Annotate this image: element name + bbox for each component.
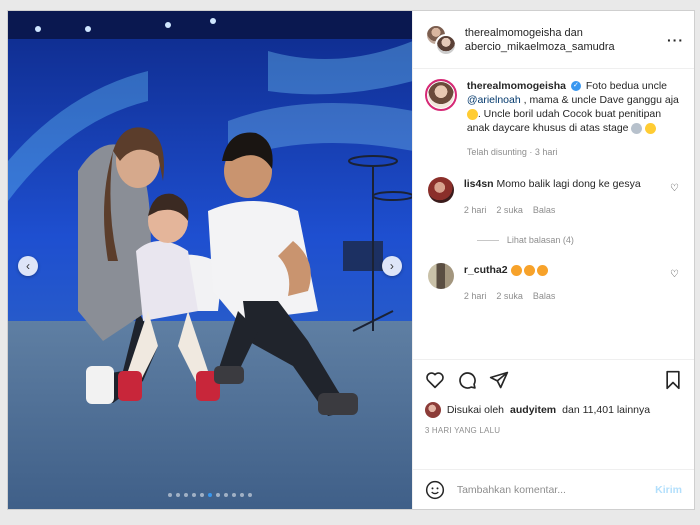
comment-text: Momo balik lagi dong ke gesya: [496, 178, 641, 190]
caption-time: 3 hari: [534, 147, 558, 157]
bookmark-icon[interactable]: [664, 370, 682, 390]
post-authors: therealmomogeisha dan abercio_mikaelmoza…: [465, 26, 667, 54]
comment-likes[interactable]: 2 suka: [496, 203, 523, 217]
author-username-1[interactable]: therealmomogeisha: [465, 27, 562, 39]
verified-badge-icon: ✓: [570, 81, 581, 92]
carousel-prev-button[interactable]: ‹: [18, 256, 38, 276]
post-sidebar: therealmomogeisha dan abercio_mikaelmoza…: [411, 11, 694, 509]
fire-emoji-icon: [510, 264, 522, 276]
caption-mention[interactable]: @arielnoah: [467, 94, 521, 106]
grimacing-face-emoji-icon: [466, 108, 478, 120]
fire-emoji-icon: [536, 264, 548, 276]
carousel-dot: [231, 493, 236, 497]
carousel-dot: [183, 493, 188, 497]
post-header: therealmomogeisha dan abercio_mikaelmoza…: [412, 11, 694, 69]
comment-icon[interactable]: [457, 370, 477, 390]
comments-list: therealmomogeisha ✓ Foto bedua uncle @ar…: [413, 69, 694, 359]
carousel-next-button[interactable]: ›: [381, 256, 402, 276]
comment-like-heart-icon[interactable]: ♡: [670, 269, 682, 303]
caption-username[interactable]: therealmomogeisha: [467, 80, 566, 92]
caption-text-b: , mama & uncle Dave ganggu aja: [520, 94, 679, 106]
carousel-dot: [167, 493, 172, 497]
heart-icon[interactable]: [425, 371, 445, 389]
comment-like-heart-icon[interactable]: ♡: [670, 183, 682, 217]
likes-prefix: Disukai oleh: [446, 404, 505, 416]
post-photo[interactable]: ‹ ›: [8, 11, 412, 509]
avatar[interactable]: [427, 177, 454, 203]
comment-input[interactable]: [456, 483, 644, 496]
carousel-dot: [175, 493, 180, 497]
comment-meta: 2 hari 2 suka Balas: [464, 289, 660, 303]
carousel-dot: [215, 493, 220, 497]
chevron-left-icon: ‹: [26, 259, 30, 273]
author-avatars[interactable]: [424, 23, 457, 56]
comment-body: r_cutha2 2 hari 2 suka Balas: [464, 263, 660, 303]
avatar: [424, 402, 441, 418]
post-actions: Disukai oleh audyitem dan 11,401 lainnya…: [412, 359, 694, 469]
carousel-dot: [199, 493, 204, 497]
edited-label: Telah disunting: [466, 147, 527, 157]
avatar[interactable]: [424, 79, 457, 111]
caption-meta: Telah disunting · 3 hari: [466, 147, 558, 157]
comment-item: r_cutha2 2 hari 2 suka Balas ♡: [425, 263, 682, 303]
carousel-indicator: [8, 493, 412, 497]
carousel-dot: [239, 493, 244, 497]
post-caption: therealmomogeisha ✓ Foto bedua uncle @ar…: [424, 79, 682, 159]
comment-body: lis4sn Momo balik lagi dong ke gesya 2 h…: [464, 177, 660, 217]
avatar: [434, 33, 457, 56]
avatar[interactable]: [427, 263, 454, 289]
comment-username[interactable]: lis4sn: [464, 178, 494, 190]
carousel-dot: [247, 493, 252, 497]
caption-text-a: Foto bedua uncle: [585, 80, 668, 92]
emoji-icon[interactable]: [425, 480, 445, 500]
comment-likes[interactable]: 2 suka: [496, 289, 523, 303]
comment-username[interactable]: r_cutha2: [464, 264, 508, 276]
add-comment-bar: Kirim: [412, 469, 694, 509]
more-horizontal-icon[interactable]: ···: [667, 32, 684, 48]
post-comment-button[interactable]: Kirim: [655, 484, 682, 496]
replies-divider: [476, 239, 499, 241]
grinning-sweat-emoji-icon: [645, 122, 657, 134]
view-replies-button[interactable]: Lihat balasan (4): [476, 235, 682, 245]
carousel-dot: [207, 493, 212, 497]
likes-summary[interactable]: Disukai oleh audyitem dan 11,401 lainnya: [424, 402, 682, 418]
chevron-right-icon: ›: [389, 259, 394, 273]
comment-reply-button[interactable]: Balas: [533, 289, 556, 303]
weary-face-emoji-icon: [631, 122, 643, 134]
likes-user[interactable]: audyitem: [510, 404, 556, 416]
post-date[interactable]: 3 HARI YANG LALU: [425, 426, 682, 435]
comment-time: 2 hari: [463, 291, 487, 301]
comment-time: 2 hari: [463, 205, 487, 215]
action-icon-row: [425, 370, 682, 390]
carousel-dot: [191, 493, 196, 497]
instagram-post-card: ‹ › therealmomogeisha dan abercio_mikael…: [7, 10, 695, 510]
view-replies-label: Lihat balasan (4): [506, 235, 574, 245]
author-username-2[interactable]: abercio_mikaelmoza_samudra: [465, 41, 615, 53]
comment-reply-button[interactable]: Balas: [533, 203, 556, 217]
share-icon[interactable]: [489, 370, 509, 390]
likes-suffix[interactable]: dan 11,401 lainnya: [562, 404, 650, 416]
carousel-dot: [223, 493, 228, 497]
fire-emoji-icon: [523, 264, 535, 276]
stage-photo-illustration: [8, 11, 412, 509]
author-connector: dan: [564, 26, 583, 39]
comment-item: lis4sn Momo balik lagi dong ke gesya 2 h…: [425, 177, 682, 217]
comment-meta: 2 hari 2 suka Balas: [464, 203, 660, 217]
caption-body: therealmomogeisha ✓ Foto bedua uncle @ar…: [466, 79, 682, 159]
